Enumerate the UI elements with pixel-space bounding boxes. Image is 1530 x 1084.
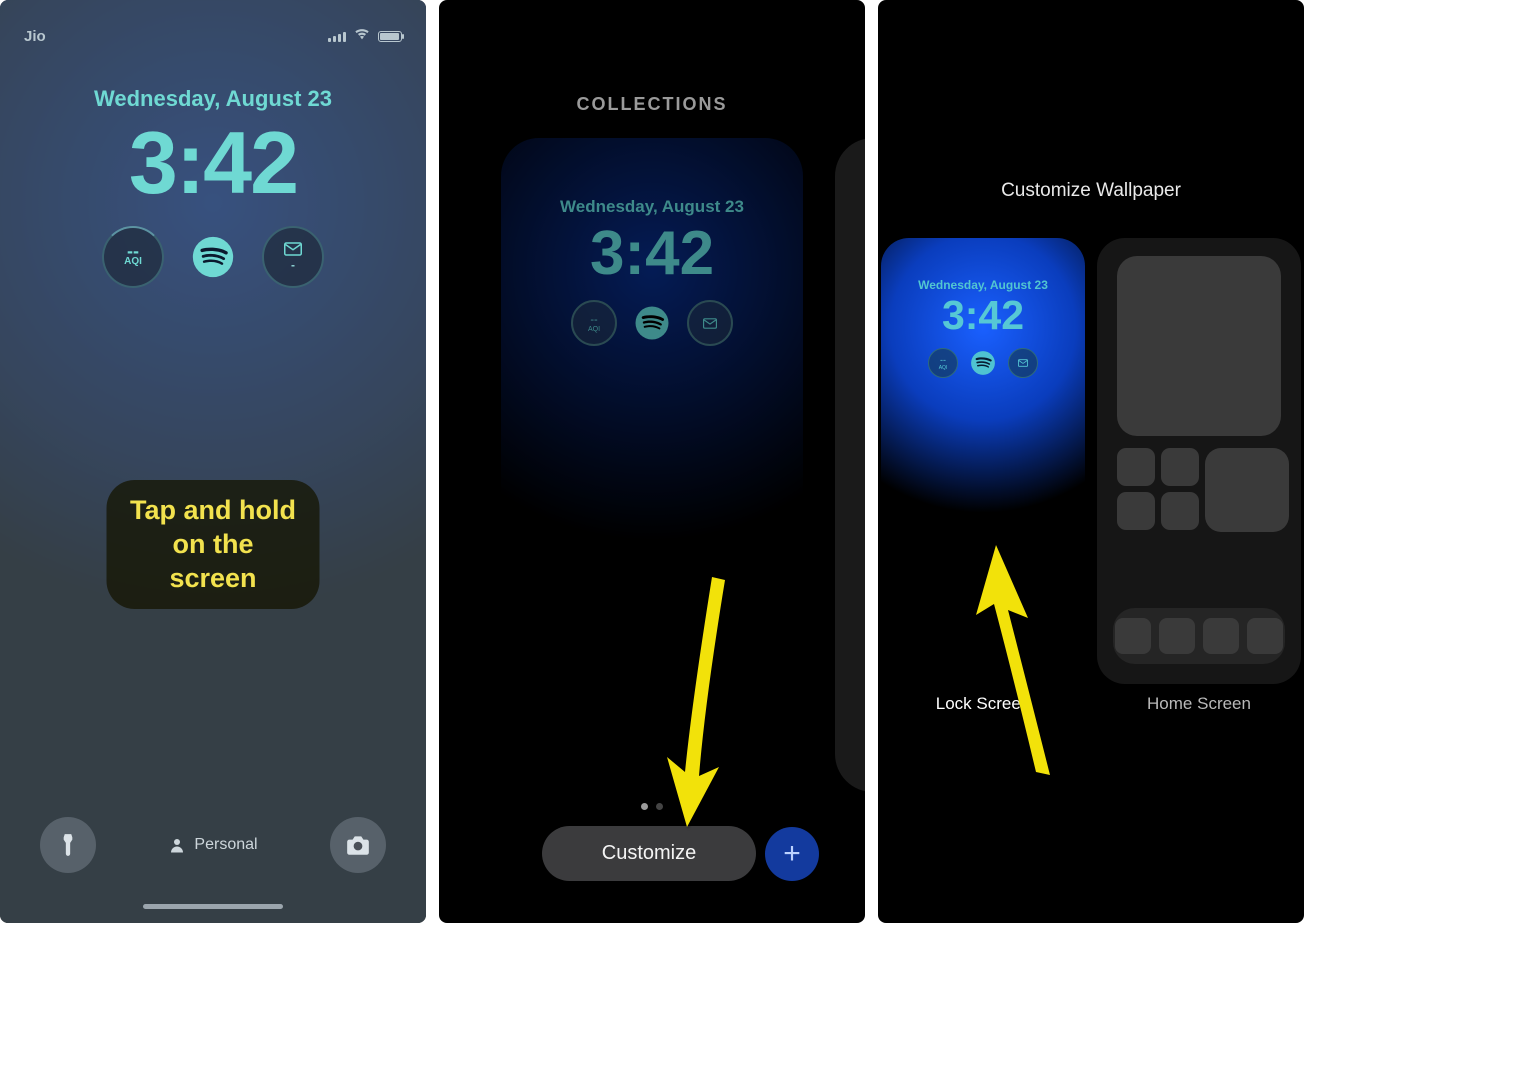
mail-widget: [1008, 348, 1038, 378]
lock-preview-time: 3:42: [881, 292, 1085, 339]
callout-annotation: Tap and holdon the screen: [107, 480, 320, 609]
app-icon: [1117, 448, 1155, 486]
dock-icon: [1203, 618, 1239, 654]
collections-heading: COLLECTIONS: [439, 94, 865, 115]
mail-widget: [687, 300, 733, 346]
home-icon-row: [1117, 448, 1289, 532]
customize-title: Customize Wallpaper: [878, 180, 1304, 202]
signal-icon: [328, 30, 346, 42]
panel-lockscreen: Jio Wednesday, August 23 3:42 -- AQI - T…: [0, 0, 426, 923]
camera-button[interactable]: [330, 817, 386, 873]
mail-icon: [703, 318, 717, 329]
home-large-widget: [1117, 256, 1281, 436]
battery-icon: [378, 31, 402, 42]
mail-widget[interactable]: -: [262, 226, 324, 288]
lockscreen-label: Lock Screen: [881, 694, 1085, 714]
spotify-icon: [634, 305, 670, 341]
homescreen-preview[interactable]: [1097, 238, 1301, 684]
status-bar: Jio: [0, 26, 426, 46]
carrier-label: Jio: [24, 28, 46, 45]
person-icon: [168, 836, 186, 854]
spotify-icon: [970, 350, 996, 376]
app-icon: [1161, 492, 1199, 530]
lock-preview-date: Wednesday, August 23: [881, 278, 1085, 292]
pagination-dots[interactable]: [439, 803, 865, 810]
wifi-icon: [354, 26, 370, 46]
home-indicator[interactable]: [143, 904, 283, 909]
dock-icon: [1115, 618, 1151, 654]
dot-2[interactable]: [656, 803, 663, 810]
dot-1[interactable]: [641, 803, 648, 810]
dock-icon: [1247, 618, 1283, 654]
preview-date: Wednesday, August 23: [439, 197, 865, 217]
spotify-icon: [191, 235, 235, 279]
lockscreen-date[interactable]: Wednesday, August 23: [0, 86, 426, 112]
focus-label: Personal: [194, 836, 257, 854]
aqi-widget: --AQI: [928, 348, 958, 378]
aqi-label: AQI: [124, 256, 142, 267]
flashlight-icon: [55, 832, 81, 858]
preview-widgets: --AQI: [439, 300, 865, 346]
aqi-widget: --AQI: [571, 300, 617, 346]
spotify-widget: [629, 300, 675, 346]
app-icon: [1161, 448, 1199, 486]
preview-time: 3:42: [439, 218, 865, 289]
lockscreen-widgets[interactable]: -- AQI -: [0, 226, 426, 288]
spotify-widget[interactable]: [182, 226, 244, 288]
lock-preview-widgets: --AQI: [881, 348, 1085, 378]
focus-indicator[interactable]: Personal: [168, 836, 257, 854]
panel-collections: COLLECTIONS Wednesday, August 23 3:42 --…: [439, 0, 865, 923]
lockscreen-bottom-row: Personal: [0, 817, 426, 873]
camera-icon: [345, 832, 371, 858]
home-dock: [1113, 608, 1285, 664]
add-wallpaper-button[interactable]: +: [765, 827, 819, 881]
app-icon: [1117, 492, 1155, 530]
mail-icon: [1018, 359, 1028, 367]
dock-icon: [1159, 618, 1195, 654]
home-medium-widget: [1205, 448, 1289, 532]
spotify-widget: [968, 348, 998, 378]
status-indicators: [328, 26, 402, 46]
customize-button[interactable]: Customize: [542, 826, 756, 881]
homescreen-label: Home Screen: [1097, 694, 1301, 714]
flashlight-button[interactable]: [40, 817, 96, 873]
panel-customize-wallpaper: Customize Wallpaper Wednesday, August 23…: [878, 0, 1304, 923]
aqi-widget[interactable]: -- AQI: [102, 226, 164, 288]
lockscreen-time[interactable]: 3:42: [0, 112, 426, 214]
mail-icon: [284, 242, 302, 256]
